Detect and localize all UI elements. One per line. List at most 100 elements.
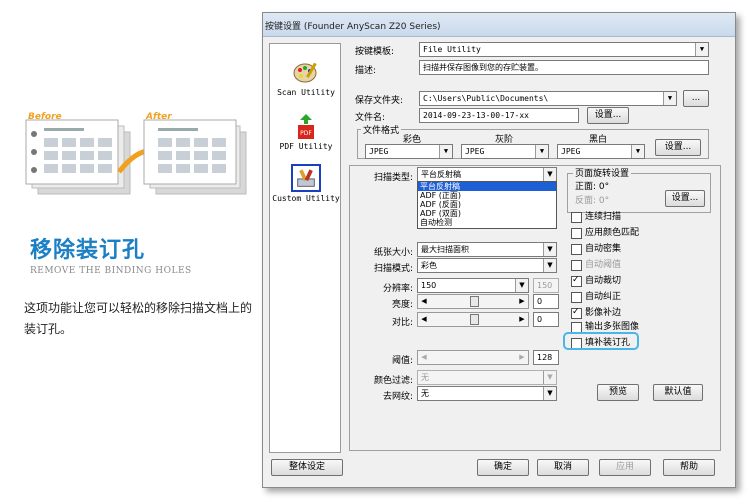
brightness-field[interactable]: 0 (533, 294, 559, 309)
descreen-value: 无 (421, 389, 429, 398)
option-label: 影像补边 (585, 308, 622, 318)
contrast-slider[interactable]: ◀ ▶ (417, 312, 529, 327)
right-arrow-icon[interactable]: ▶ (516, 295, 528, 308)
color-filter-value: 无 (421, 373, 429, 382)
threshold-label: 阈值: (391, 356, 413, 366)
list-item[interactable]: ADF (反面) (418, 200, 556, 209)
preview-button[interactable]: 预览 (597, 384, 639, 401)
right-arrow-icon[interactable]: ▶ (516, 313, 528, 326)
chevron-down-icon: ▼ (543, 259, 556, 272)
option-auto-crop[interactable]: ✓ 自动裁切 (571, 275, 621, 287)
rotation-front: 正面: 0° (575, 182, 610, 192)
option-label: 自动密集 (585, 244, 622, 254)
pdf-icon: PDF (298, 114, 314, 139)
option-color-matching[interactable]: 应用颜色匹配 (571, 228, 639, 239)
promo-title: 移除装订孔 (30, 238, 146, 263)
list-item[interactable]: 自动检测 (418, 218, 556, 227)
mode-label: Custom Utility (272, 194, 340, 203)
chevron-down-icon: ▼ (631, 145, 644, 158)
description-field[interactable]: 扫描并保存图像到您的存贮装置。 (419, 60, 709, 75)
template-value: File Utility (423, 45, 481, 54)
resolution-value: 150 (421, 281, 437, 290)
resolution-select[interactable]: 150 ▼ (417, 278, 529, 293)
title-bar: 按键设置 (Founder AnyScan Z20 Series) (263, 13, 735, 37)
list-item[interactable]: ADF (正面) (418, 191, 556, 200)
mode-custom-utility[interactable]: Custom Utility (270, 164, 342, 203)
checkmark-icon: ✓ (572, 307, 580, 317)
color-format-select[interactable]: JPEG ▼ (365, 144, 453, 159)
color-filter-label: 颜色过滤: (373, 376, 413, 386)
window-title: 按键设置 (Founder AnyScan Z20 Series) (265, 22, 441, 32)
utility-list: Scan Utility PDF PDF Utility Custom Util… (269, 43, 341, 453)
paper-size-label: 纸张大小: (373, 248, 413, 258)
global-settings-button[interactable]: 整体设定 (271, 459, 343, 476)
brightness-slider[interactable]: ◀ ▶ (417, 294, 529, 309)
resolution-label: 分辨率: (382, 284, 413, 294)
scan-type-select[interactable]: 平台反射稿 ▼ (417, 167, 557, 182)
save-folder-select[interactable]: C:\Users\Public\Documents\ ▼ (419, 91, 677, 106)
option-continuous-scan[interactable]: 连续扫描 (571, 212, 621, 223)
format-settings-button[interactable]: 设置... (655, 139, 701, 156)
description-label: 描述: (355, 66, 377, 76)
contrast-field[interactable]: 0 (533, 312, 559, 327)
left-arrow-icon[interactable]: ◀ (418, 295, 430, 308)
option-auto-deskew[interactable]: 自动纠正 (571, 292, 621, 303)
resolution-secondary-value: 150 (537, 281, 553, 290)
template-label: 按键模板: (355, 47, 395, 57)
ok-button[interactable]: 确定 (477, 459, 529, 476)
chevron-down-icon: ▼ (535, 145, 548, 158)
file-name-field[interactable]: 2014-09-23-13-00-17-xx (419, 108, 579, 123)
gray-format-select[interactable]: JPEG ▼ (461, 144, 549, 159)
option-edge-fill[interactable]: ✓ 影像补边 (571, 307, 622, 319)
mode-label: Scan Utility (277, 88, 335, 97)
bw-format-value: JPEG (561, 147, 581, 156)
chevron-down-icon: ▼ (695, 43, 708, 56)
brightness-label: 亮度: (391, 300, 413, 310)
defaults-button[interactable]: 默认值 (653, 384, 703, 401)
contrast-label: 对比: (391, 318, 413, 328)
mode-pdf-utility[interactable]: PDF PDF Utility (270, 114, 342, 151)
promo-description: 这项功能让您可以轻松的移除扫描文档上的装订孔。 (24, 301, 253, 336)
chevron-down-icon: ▼ (543, 387, 556, 400)
file-format-legend: 文件格式 (361, 123, 402, 136)
after-label: After (146, 112, 172, 122)
palette-icon (293, 62, 317, 83)
chevron-down-icon: ▼ (663, 92, 676, 105)
browse-button[interactable]: ... (683, 90, 709, 107)
paper-size-select[interactable]: 最大扫描面积 ▼ (417, 242, 557, 257)
scan-type-dropdown-list[interactable]: 平台反射稿 ADF (正面) ADF (反面) ADF (双面) 自动检测 (417, 181, 557, 229)
left-arrow-icon: ◀ (421, 353, 427, 361)
list-item[interactable]: ADF (双面) (418, 209, 556, 218)
option-auto-density[interactable]: 自动密集 (571, 244, 621, 255)
gray-format-value: JPEG (465, 147, 485, 156)
mode-scan-utility[interactable]: Scan Utility (270, 60, 342, 97)
rotation-back: 反面: 0° (575, 196, 610, 206)
promo-subtitle: REMOVE THE BINDING HOLES (30, 266, 192, 276)
chevron-down-icon: ▼ (439, 145, 452, 158)
highlight-frame (563, 332, 639, 350)
left-arrow-icon[interactable]: ◀ (418, 313, 430, 326)
slider-thumb[interactable] (470, 296, 479, 307)
list-item[interactable]: 平台反射稿 (418, 182, 556, 191)
mode-label: PDF Utility (279, 142, 333, 151)
option-auto-threshold: 自动阈值 (571, 260, 621, 271)
before-label: Before (28, 112, 62, 122)
save-folder-label: 保存文件夹: (355, 96, 404, 106)
template-select[interactable]: File Utility ▼ (419, 42, 709, 57)
rotation-settings-button[interactable]: 设置... (665, 190, 705, 207)
option-label: 输出多张图像 (585, 322, 640, 332)
resolution-secondary-field: 150 (533, 278, 559, 293)
cancel-button[interactable]: 取消 (537, 459, 589, 476)
checkmark-icon: ✓ (572, 275, 580, 285)
threshold-field[interactable]: 128 (533, 350, 559, 365)
scan-mode-select[interactable]: 彩色 ▼ (417, 258, 557, 273)
file-name-settings-button[interactable]: 设置... (587, 107, 629, 124)
option-label: 连续扫描 (585, 212, 622, 222)
bw-format-select[interactable]: JPEG ▼ (557, 144, 645, 159)
file-name-label: 文件名: (355, 113, 386, 123)
descreen-label: 去网纹: (382, 392, 413, 402)
slider-thumb[interactable] (470, 314, 479, 325)
help-button[interactable]: 帮助 (663, 459, 715, 476)
file-name-value: 2014-09-23-13-00-17-xx (423, 111, 529, 120)
descreen-select[interactable]: 无 ▼ (417, 386, 557, 401)
